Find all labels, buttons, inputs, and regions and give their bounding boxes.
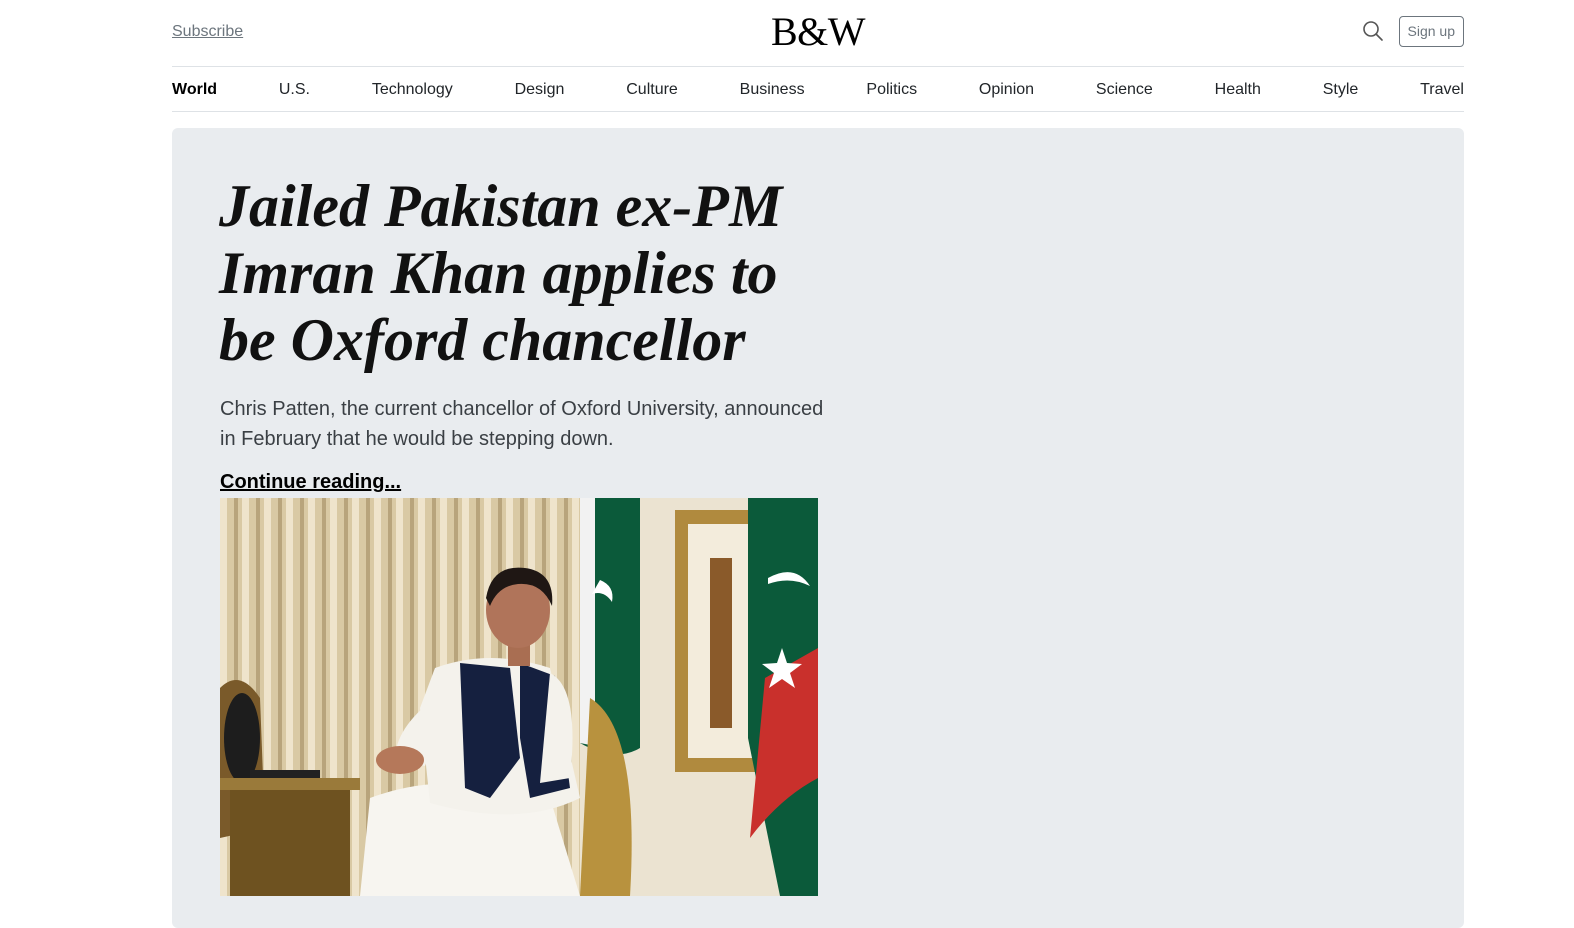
nav-item-opinion[interactable]: Opinion (979, 67, 1034, 112)
nav-item-us[interactable]: U.S. (279, 67, 310, 112)
nav-item-culture[interactable]: Culture (626, 67, 678, 112)
sign-up-button[interactable]: Sign up (1398, 16, 1464, 47)
article-lede: Chris Patten, the current chancellor of … (220, 398, 824, 450)
nav-item-science[interactable]: Science (1096, 67, 1153, 112)
featured-article: Jailed Pakistan ex-PM Imran Khan applies… (172, 128, 1464, 928)
nav-item-technology[interactable]: Technology (372, 67, 453, 112)
nav-item-travel[interactable]: Travel (1420, 67, 1464, 112)
search-icon[interactable] (1362, 20, 1384, 42)
nav-item-world[interactable]: World (172, 67, 217, 112)
section-nav: World U.S. Technology Design Culture Bus… (172, 67, 1464, 112)
site-header: Subscribe B&W Sign up (172, 0, 1464, 67)
nav-item-health[interactable]: Health (1215, 67, 1261, 112)
article-photo (220, 498, 818, 896)
nav-item-design[interactable]: Design (515, 67, 565, 112)
nav-item-business[interactable]: Business (740, 67, 805, 112)
continue-reading-link[interactable]: Continue reading... (220, 471, 401, 494)
nav-item-politics[interactable]: Politics (866, 67, 917, 112)
site-logo[interactable]: B&W (172, 8, 1464, 55)
nav-item-style[interactable]: Style (1323, 67, 1359, 112)
article-headline: Jailed Pakistan ex-PM Imran Khan applies… (219, 173, 783, 373)
